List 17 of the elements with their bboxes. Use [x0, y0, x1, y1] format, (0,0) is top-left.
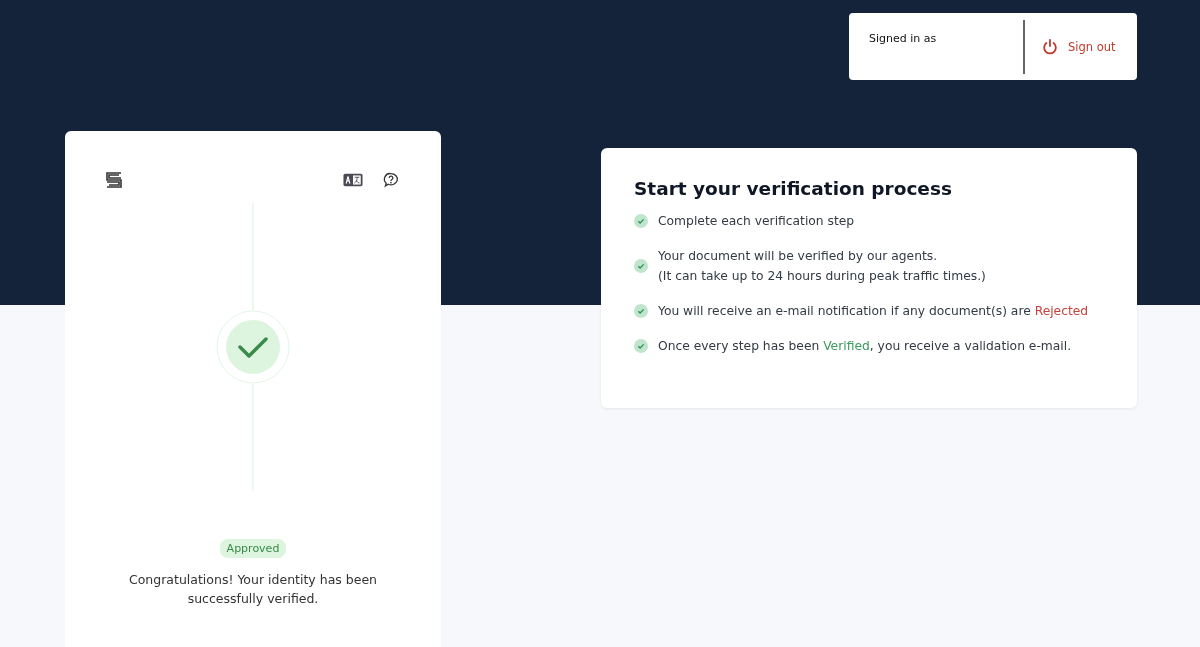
sign-out-button[interactable]: Sign out: [1025, 37, 1116, 56]
logo-icon: [105, 171, 123, 189]
check-icon: [634, 339, 648, 353]
step-text: Once every step has been Verified, you receive a validation e-mail.: [658, 338, 1072, 355]
translate-icon[interactable]: [343, 172, 363, 188]
power-icon: [1041, 37, 1059, 56]
step-text: You will receive an e-mail notification if any document(s) are Rejected: [658, 303, 1089, 320]
check-icon: [634, 259, 648, 273]
success-message: Congratulations! Your identity has been successfully verified.: [127, 571, 379, 608]
check-icon: [634, 214, 648, 228]
signed-in-label: Signed in as: [869, 32, 938, 45]
check-icon: [634, 304, 648, 318]
step-text: Complete each verification step: [658, 213, 855, 230]
step-text: Your document will be verified by our agents. (It can take up to 24 hours during peak traffic times.): [658, 248, 986, 285]
approved-status: Approved: [219, 539, 287, 558]
help-icon[interactable]: [381, 172, 401, 188]
card-title: Start your verification process: [634, 178, 953, 199]
